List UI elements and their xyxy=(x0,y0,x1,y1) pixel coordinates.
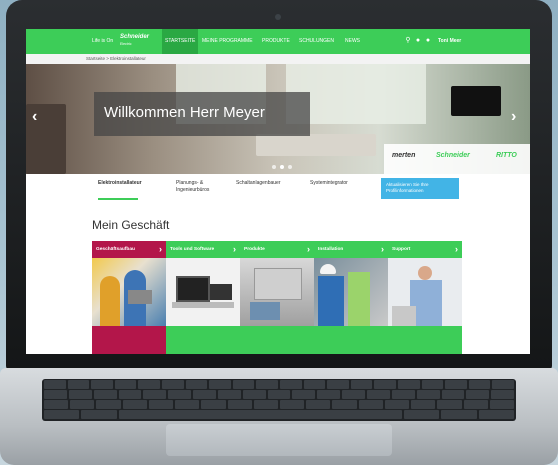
keyboard xyxy=(42,379,516,421)
tile-image xyxy=(314,258,388,326)
tile-image xyxy=(92,258,166,326)
tab-elektroinstallateur[interactable]: Elektroinstallateur xyxy=(98,180,142,187)
tile-produkte[interactable]: Produkte › xyxy=(240,241,314,354)
top-navigation: Life is On Schneider Electric STARTSEITE… xyxy=(26,29,530,54)
tile-support[interactable]: Support › xyxy=(388,241,462,354)
segment-tabs: Elektroinstallateur Planungs- & Ingenieu… xyxy=(26,174,530,206)
tile-image xyxy=(166,258,240,326)
user-name[interactable]: Toni Meer xyxy=(438,29,461,54)
tile-label: Geschäftsaufbau xyxy=(96,247,135,252)
nav-schulungen[interactable]: SCHULUNGEN xyxy=(299,29,334,54)
tile-header: Geschäftsaufbau › xyxy=(92,241,166,258)
tile-header: Tools und Software › xyxy=(166,241,240,258)
nav-startseite[interactable]: STARTSEITE xyxy=(162,29,199,54)
tile-label: Installation xyxy=(318,247,344,252)
tab-systemintegrator[interactable]: Systemintegrator xyxy=(310,180,348,187)
carousel-dot[interactable] xyxy=(272,165,276,169)
bell-icon[interactable]: ● xyxy=(414,37,422,45)
update-profile-button[interactable]: Aktualisieren Sie Ihre Profilinformation… xyxy=(381,178,459,199)
tile-header: Support › xyxy=(388,241,462,258)
carousel-next-icon[interactable]: › xyxy=(511,108,516,126)
chevron-right-icon: › xyxy=(307,244,310,254)
chevron-right-icon: › xyxy=(233,244,236,254)
tile-label: Produkte xyxy=(244,247,265,252)
tile-image xyxy=(388,258,462,326)
touchpad xyxy=(166,424,392,456)
tile-header: Produkte › xyxy=(240,241,314,258)
tile-image xyxy=(240,258,314,326)
carousel-dot[interactable] xyxy=(288,165,292,169)
merten-logo: merten xyxy=(392,152,416,159)
brand-sub: Electric xyxy=(120,42,132,46)
tile-label: Support xyxy=(392,247,411,252)
chevron-right-icon: › xyxy=(381,244,384,254)
tile-label: Tools und Software xyxy=(170,247,215,252)
tile-header: Installation › xyxy=(314,241,388,258)
hero-piano xyxy=(451,86,501,116)
brand-logos: merten Schneider RITTO xyxy=(384,144,530,174)
tile-footer xyxy=(166,326,240,354)
carousel-prev-icon[interactable]: ‹ xyxy=(32,108,37,126)
nav-produkte[interactable]: PRODUKTE xyxy=(262,29,290,54)
nav-news[interactable]: NEWS xyxy=(345,29,360,54)
tab-schaltanlagenbauer[interactable]: Schaltanlagenbauer xyxy=(236,180,280,187)
hero-sofa xyxy=(256,134,376,156)
section-title: Mein Geschäft xyxy=(92,218,170,232)
hero-title: Willkommen Herr Meyer xyxy=(104,104,265,121)
life-is-on-label: Life is On xyxy=(92,38,114,44)
brand-name: Schneider xyxy=(120,34,150,40)
schneider-logo[interactable]: Schneider Electric xyxy=(120,33,152,49)
hero-overlay: Willkommen Herr Meyer xyxy=(94,92,310,136)
tile-footer xyxy=(388,326,462,354)
ritto-logo: RITTO xyxy=(496,152,517,159)
laptop-screen: Life is On Schneider Electric STARTSEITE… xyxy=(26,29,530,354)
webcam xyxy=(275,14,281,20)
tile-tools-und-software[interactable]: Tools und Software › xyxy=(166,241,240,354)
tile-footer xyxy=(92,326,166,354)
search-icon[interactable]: ⚲ xyxy=(404,37,412,45)
active-tab-indicator xyxy=(98,198,138,200)
tile-footer xyxy=(240,326,314,354)
breadcrumb[interactable]: Startseite > Elektroinstallateur xyxy=(26,54,530,64)
tile-installation[interactable]: Installation › xyxy=(314,241,388,354)
hero-banner: Willkommen Herr Meyer ‹ › merten Schneid… xyxy=(26,64,530,174)
tile-geschaeftsaufbau[interactable]: Geschäftsaufbau › xyxy=(92,241,166,354)
schneider-logo-hero: Schneider xyxy=(436,152,470,159)
tab-planungs-ingenieurbueros[interactable]: Planungs- & Ingenieurbüros xyxy=(176,180,209,194)
chevron-right-icon: › xyxy=(159,244,162,254)
tile-footer xyxy=(314,326,388,354)
chevron-right-icon: › xyxy=(455,244,458,254)
nav-meine-programme[interactable]: MEINE PROGRAMME xyxy=(202,29,253,54)
user-icon[interactable]: ● xyxy=(424,37,432,45)
carousel-dot-active[interactable] xyxy=(280,165,284,169)
